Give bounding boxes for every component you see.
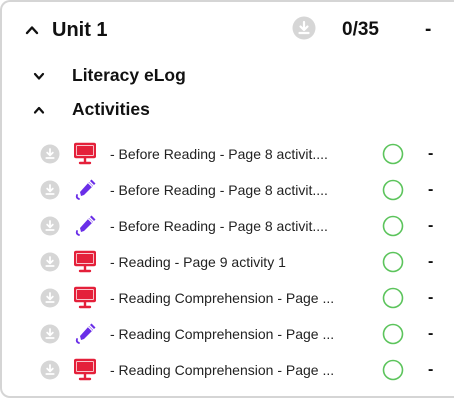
activity-dash: -: [428, 181, 434, 198]
download-icon[interactable]: [40, 252, 60, 272]
presentation-icon: [74, 358, 96, 382]
section-title: Literacy eLog: [72, 65, 186, 85]
activity-row[interactable]: - Before Reading - Page 8 activit.... -: [2, 137, 454, 171]
status-circle-icon: [382, 287, 404, 309]
chevron-down-icon[interactable]: [32, 69, 46, 83]
activity-dash: -: [428, 325, 434, 342]
status-circle-icon: [382, 359, 404, 381]
activity-label: - Reading Comprehension - Page ...: [110, 290, 335, 306]
section-activities[interactable]: Activities: [2, 94, 454, 126]
pencil-icon: [74, 214, 96, 238]
unit-header[interactable]: Unit 1 0/35 -: [2, 2, 454, 60]
activity-dash: -: [428, 253, 434, 270]
activity-label: - Before Reading - Page 8 activit....: [110, 182, 328, 198]
activity-row[interactable]: - Before Reading - Page 8 activit.... -: [2, 173, 454, 207]
download-icon[interactable]: [40, 180, 60, 200]
activity-label: - Reading - Page 9 activity 1: [110, 254, 286, 270]
unit-dash: -: [425, 19, 432, 40]
pencil-icon: [74, 322, 96, 346]
status-circle-icon: [382, 251, 404, 273]
activity-dash: -: [428, 217, 434, 234]
pencil-icon: [74, 178, 96, 202]
activity-label: - Before Reading - Page 8 activit....: [110, 146, 328, 162]
download-icon[interactable]: [40, 144, 60, 164]
download-icon[interactable]: [40, 288, 60, 308]
activity-row[interactable]: - Reading Comprehension - Page ... -: [2, 281, 454, 315]
status-circle-icon: [382, 143, 404, 165]
chevron-up-icon[interactable]: [32, 103, 46, 117]
activity-row[interactable]: - Reading Comprehension - Page ... -: [2, 353, 454, 387]
presentation-icon: [74, 142, 96, 166]
activity-label: - Before Reading - Page 8 activit....: [110, 218, 328, 234]
unit-title: Unit 1: [52, 19, 108, 41]
status-circle-icon: [382, 179, 404, 201]
activity-row[interactable]: - Before Reading - Page 8 activit.... -: [2, 209, 454, 243]
activity-label: - Reading Comprehension - Page ...: [110, 326, 335, 342]
status-circle-icon: [382, 215, 404, 237]
download-icon[interactable]: [292, 16, 316, 40]
chevron-up-icon[interactable]: [24, 22, 40, 38]
download-icon[interactable]: [40, 360, 60, 380]
status-circle-icon: [382, 323, 404, 345]
section-title: Activities: [72, 99, 150, 119]
activity-row[interactable]: - Reading - Page 9 activity 1 -: [2, 245, 454, 279]
presentation-icon: [74, 286, 96, 310]
section-literacy-elog[interactable]: Literacy eLog: [2, 60, 454, 92]
unit-progress-count: 0/35: [342, 19, 379, 40]
presentation-icon: [74, 250, 96, 274]
activity-row[interactable]: - Reading Comprehension - Page ... -: [2, 317, 454, 351]
unit-panel: Unit 1 0/35 - Literacy eLog Activities -…: [0, 0, 454, 398]
activity-label: - Reading Comprehension - Page ...: [110, 362, 335, 378]
download-icon[interactable]: [40, 324, 60, 344]
activity-dash: -: [428, 145, 434, 162]
activity-dash: -: [428, 361, 434, 378]
activity-dash: -: [428, 289, 434, 306]
download-icon[interactable]: [40, 216, 60, 236]
